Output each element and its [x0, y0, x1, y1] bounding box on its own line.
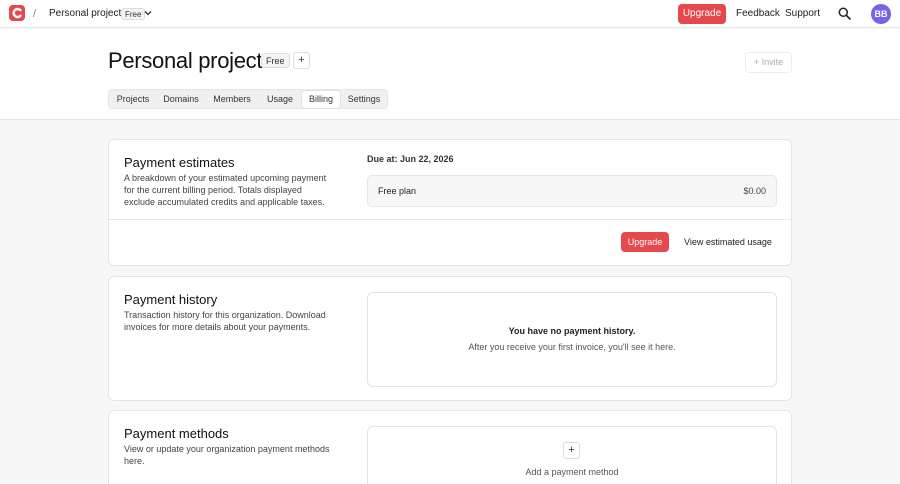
chevron-down-icon[interactable] [142, 7, 154, 19]
tab-members[interactable]: Members [207, 91, 257, 108]
plan-row: Free plan $0.00 [367, 175, 777, 207]
tab-domains[interactable]: Domains [157, 91, 205, 108]
payment-history-card: Payment history Transaction history for … [108, 276, 792, 401]
support-link[interactable]: Support [785, 8, 820, 19]
payment-estimates-card: Payment estimates A breakdown of your es… [108, 139, 792, 266]
payment-history-empty-state: You have no payment history. After you r… [367, 292, 777, 387]
plus-icon[interactable]: + [563, 442, 580, 459]
tab-projects[interactable]: Projects [111, 91, 155, 108]
add-payment-method-label[interactable]: Add a payment method [368, 467, 776, 477]
avatar[interactable]: BB [871, 4, 891, 24]
invite-button[interactable]: + Invite [745, 52, 792, 73]
empty-history-title: You have no payment history. [508, 326, 636, 336]
feedback-link[interactable]: Feedback [736, 8, 780, 19]
invite-label: Invite [761, 57, 784, 67]
logo-icon[interactable] [9, 5, 25, 21]
add-payment-method-box[interactable]: + Add a payment method [367, 426, 777, 484]
payment-estimates-description: A breakdown of your estimated upcoming p… [124, 173, 327, 207]
upgrade-button[interactable]: Upgrade [678, 4, 726, 24]
add-button[interactable]: + [293, 52, 310, 69]
top-bar: / Personal projects Free Upgrade Feedbac… [0, 0, 900, 28]
payment-estimates-title: Payment estimates [124, 155, 235, 170]
empty-history-subtitle: After you receive your first invoice, yo… [468, 342, 676, 352]
divider [109, 219, 791, 220]
view-estimated-usage-button[interactable]: View estimated usage [678, 232, 778, 252]
breadcrumb-separator: / [33, 8, 37, 20]
title-plan-badge: Free [261, 53, 290, 68]
tab-settings[interactable]: Settings [342, 91, 386, 108]
plus-icon: + [753, 57, 760, 67]
page-title: Personal projects [108, 48, 273, 73]
payment-history-title: Payment history [124, 292, 218, 307]
tab-billing[interactable]: Billing [302, 91, 340, 108]
tab-bar: Projects Domains Members Usage Billing S… [108, 89, 388, 109]
payment-methods-title: Payment methods [124, 426, 229, 441]
payment-history-description: Transaction history for this organizatio… [124, 310, 326, 332]
plan-name: Free plan [378, 186, 417, 196]
payment-methods-card: Payment methods View or update your orga… [108, 410, 792, 484]
tab-usage[interactable]: Usage [259, 91, 301, 108]
due-date: Due at: Jun 22, 2026 [367, 154, 454, 164]
page-header: Personal projects Free + + Invite Projec… [0, 29, 900, 120]
search-icon[interactable] [838, 7, 851, 20]
payment-methods-description: View or update your organization payment… [124, 444, 330, 466]
plan-price: $0.00 [743, 186, 766, 196]
breadcrumb-project[interactable]: Personal projects [49, 8, 126, 19]
upgrade-plan-button[interactable]: Upgrade [621, 232, 669, 252]
